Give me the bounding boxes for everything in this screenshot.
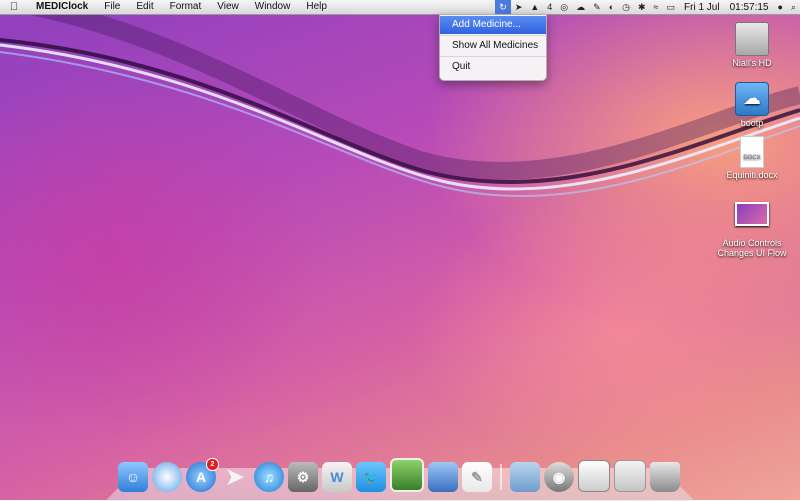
iphoto-icon[interactable] xyxy=(390,458,424,492)
cursor-icon[interactable]: ➤ xyxy=(511,0,527,14)
itunes-icon[interactable]: ♫ xyxy=(254,462,284,492)
wifi-extra-icon[interactable]: ◎ xyxy=(556,0,572,14)
system-preferences-icon[interactable]: ⚙ xyxy=(288,462,318,492)
cloud-drive-icon: ☁ xyxy=(735,82,769,116)
menu-separator xyxy=(440,56,546,57)
document-icon: DOCX xyxy=(740,136,764,168)
menu-window[interactable]: Window xyxy=(247,0,299,14)
safari-icon[interactable] xyxy=(152,462,182,492)
desktop-icon-label: Equiniti.docx xyxy=(712,170,792,180)
sparrow-icon[interactable]: ➤ xyxy=(220,462,250,492)
dock-separator xyxy=(500,464,502,490)
timemachine-icon[interactable]: ◷ xyxy=(618,0,634,14)
user-icon[interactable]: ● xyxy=(774,0,787,14)
preview-icon[interactable] xyxy=(428,462,458,492)
trash-icon[interactable] xyxy=(650,462,680,492)
desktop-icon-label: Audio Controls Changes UI Flow xyxy=(712,238,792,258)
bluetooth-icon[interactable]: ✱ xyxy=(634,0,650,14)
menu-item-quit[interactable]: Quit xyxy=(440,58,546,76)
menu-format[interactable]: Format xyxy=(162,0,210,14)
desktop-icon-hard-drive[interactable]: Niall's HD xyxy=(712,22,792,68)
status-area: ↻ ➤ ▲ 4 ◎ ☁ ✎ ◐ ◷ ✱ ≈ ▭ Fri 1 Jul 01:57:… xyxy=(495,0,800,14)
dock: ☺ A2 ➤ ♫ ⚙ W 🐦 ✎ ◉ xyxy=(118,454,684,492)
desktop-icon-equiniti-docx[interactable]: DOCX Equiniti.docx xyxy=(712,136,792,180)
mediclock-dropdown-menu: Add Medicine... Show All Medicines Quit xyxy=(439,14,547,81)
menu-view[interactable]: View xyxy=(209,0,247,14)
app-store-icon[interactable]: A2 xyxy=(186,462,216,492)
desktop-icon-label: bootp xyxy=(712,118,792,128)
hard-drive-icon xyxy=(735,22,769,56)
screenshot-app-icon[interactable]: ◉ xyxy=(544,462,574,492)
wifi-icon[interactable]: ≈ xyxy=(650,0,663,14)
wallpaper-wave xyxy=(0,0,800,500)
menubar-date[interactable]: Fri 1 Jul xyxy=(679,2,725,13)
menu-help[interactable]: Help xyxy=(298,0,335,14)
sync-icon[interactable]: ◐ xyxy=(605,0,618,14)
app-menu[interactable]: MEDIClock xyxy=(28,0,96,14)
menubar-time[interactable]: 01:57:15 xyxy=(725,2,774,13)
downloads-stack-icon[interactable] xyxy=(614,460,646,492)
wunderlist-icon[interactable]: W xyxy=(322,462,352,492)
menu-item-add-medicine[interactable]: Add Medicine... xyxy=(440,16,546,34)
app-store-badge: 2 xyxy=(206,458,219,471)
menubar:  MEDIClock File Edit Format View Window… xyxy=(0,0,800,15)
menu-file[interactable]: File xyxy=(96,0,128,14)
battery-icon[interactable]: ▭ xyxy=(663,0,680,14)
status-count[interactable]: 4 xyxy=(543,0,556,14)
cloud-icon[interactable]: ☁ xyxy=(572,0,589,14)
finder-icon[interactable]: ☺ xyxy=(118,462,148,492)
apple-menu-icon[interactable]:  xyxy=(0,1,28,13)
menu-item-show-all-medicines[interactable]: Show All Medicines xyxy=(440,37,546,55)
twitter-icon[interactable]: 🐦 xyxy=(356,462,386,492)
mediclock-icon[interactable]: ↻ xyxy=(495,0,511,14)
desktop-icon-audio-controls[interactable]: Audio Controls Changes UI Flow xyxy=(712,186,792,268)
image-file-icon xyxy=(735,202,769,226)
menu-edit[interactable]: Edit xyxy=(128,0,161,14)
spotlight-search-icon[interactable]: ⌕ xyxy=(787,0,800,14)
desktop-icon-label: Niall's HD xyxy=(712,58,792,68)
folder-icon[interactable] xyxy=(510,462,540,492)
menu-separator xyxy=(440,35,546,36)
screenshots-stack-icon[interactable] xyxy=(578,460,610,492)
desktop-icon-bootp[interactable]: ☁ bootp xyxy=(712,82,792,128)
pen-icon[interactable]: ✎ xyxy=(589,0,605,14)
adobe-icon[interactable]: ▲ xyxy=(526,0,543,14)
textedit-icon[interactable]: ✎ xyxy=(462,462,492,492)
